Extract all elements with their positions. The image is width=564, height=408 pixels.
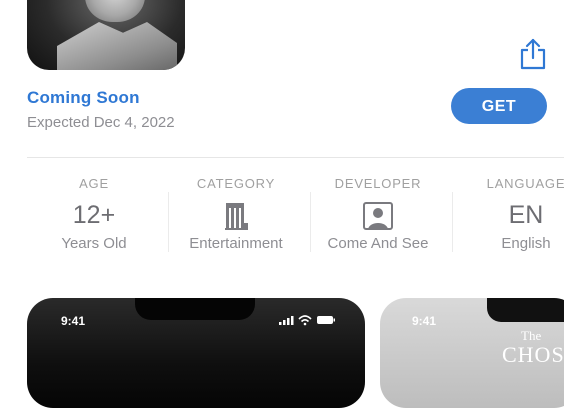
info-age: AGE 12+ Years Old (49, 176, 139, 252)
app-icon-collar (57, 22, 177, 70)
phone-notch (135, 298, 255, 320)
coming-soon-label: Coming Soon (27, 88, 140, 107)
status-icons (279, 315, 335, 326)
info-separator (168, 192, 169, 252)
info-language-sub: English (501, 235, 551, 252)
info-separator (310, 192, 311, 252)
info-language: LANGUAGE EN English (478, 176, 564, 252)
theater-icon (225, 203, 248, 231)
app-icon (27, 0, 185, 70)
info-language-value: EN (508, 201, 544, 229)
expected-date: Expected Dec 4, 2022 (27, 114, 175, 131)
info-category: CATEGORY Entertainment (176, 176, 296, 252)
info-developer-icon-wrap (318, 199, 438, 231)
show-title: CHOSEN (502, 342, 564, 367)
screenshot-1[interactable]: 9:41 (27, 298, 365, 408)
info-age-heading: AGE (79, 176, 109, 191)
divider (27, 157, 564, 158)
info-age-value: 12+ (72, 201, 116, 229)
screenshot-2[interactable]: 9:41 The CHOSEN (380, 298, 564, 408)
share-icon[interactable] (519, 38, 547, 70)
info-separator (452, 192, 453, 252)
status-time: 9:41 (61, 314, 86, 328)
info-category-icon-wrap (176, 199, 296, 231)
get-button[interactable]: GET (451, 88, 547, 124)
info-category-heading: CATEGORY (196, 176, 276, 191)
info-developer[interactable]: DEVELOPER Come And See (318, 176, 438, 252)
info-developer-heading: DEVELOPER (334, 176, 422, 191)
info-language-heading: LANGUAGE (486, 176, 564, 191)
info-age-sub: Years Old (61, 235, 127, 252)
phone-notch (487, 298, 564, 322)
status-time: 9:41 (412, 314, 437, 328)
app-icon-face (85, 0, 145, 22)
person-icon (363, 202, 393, 231)
info-developer-sub: Come And See (327, 235, 429, 252)
info-category-sub: Entertainment (189, 235, 283, 252)
